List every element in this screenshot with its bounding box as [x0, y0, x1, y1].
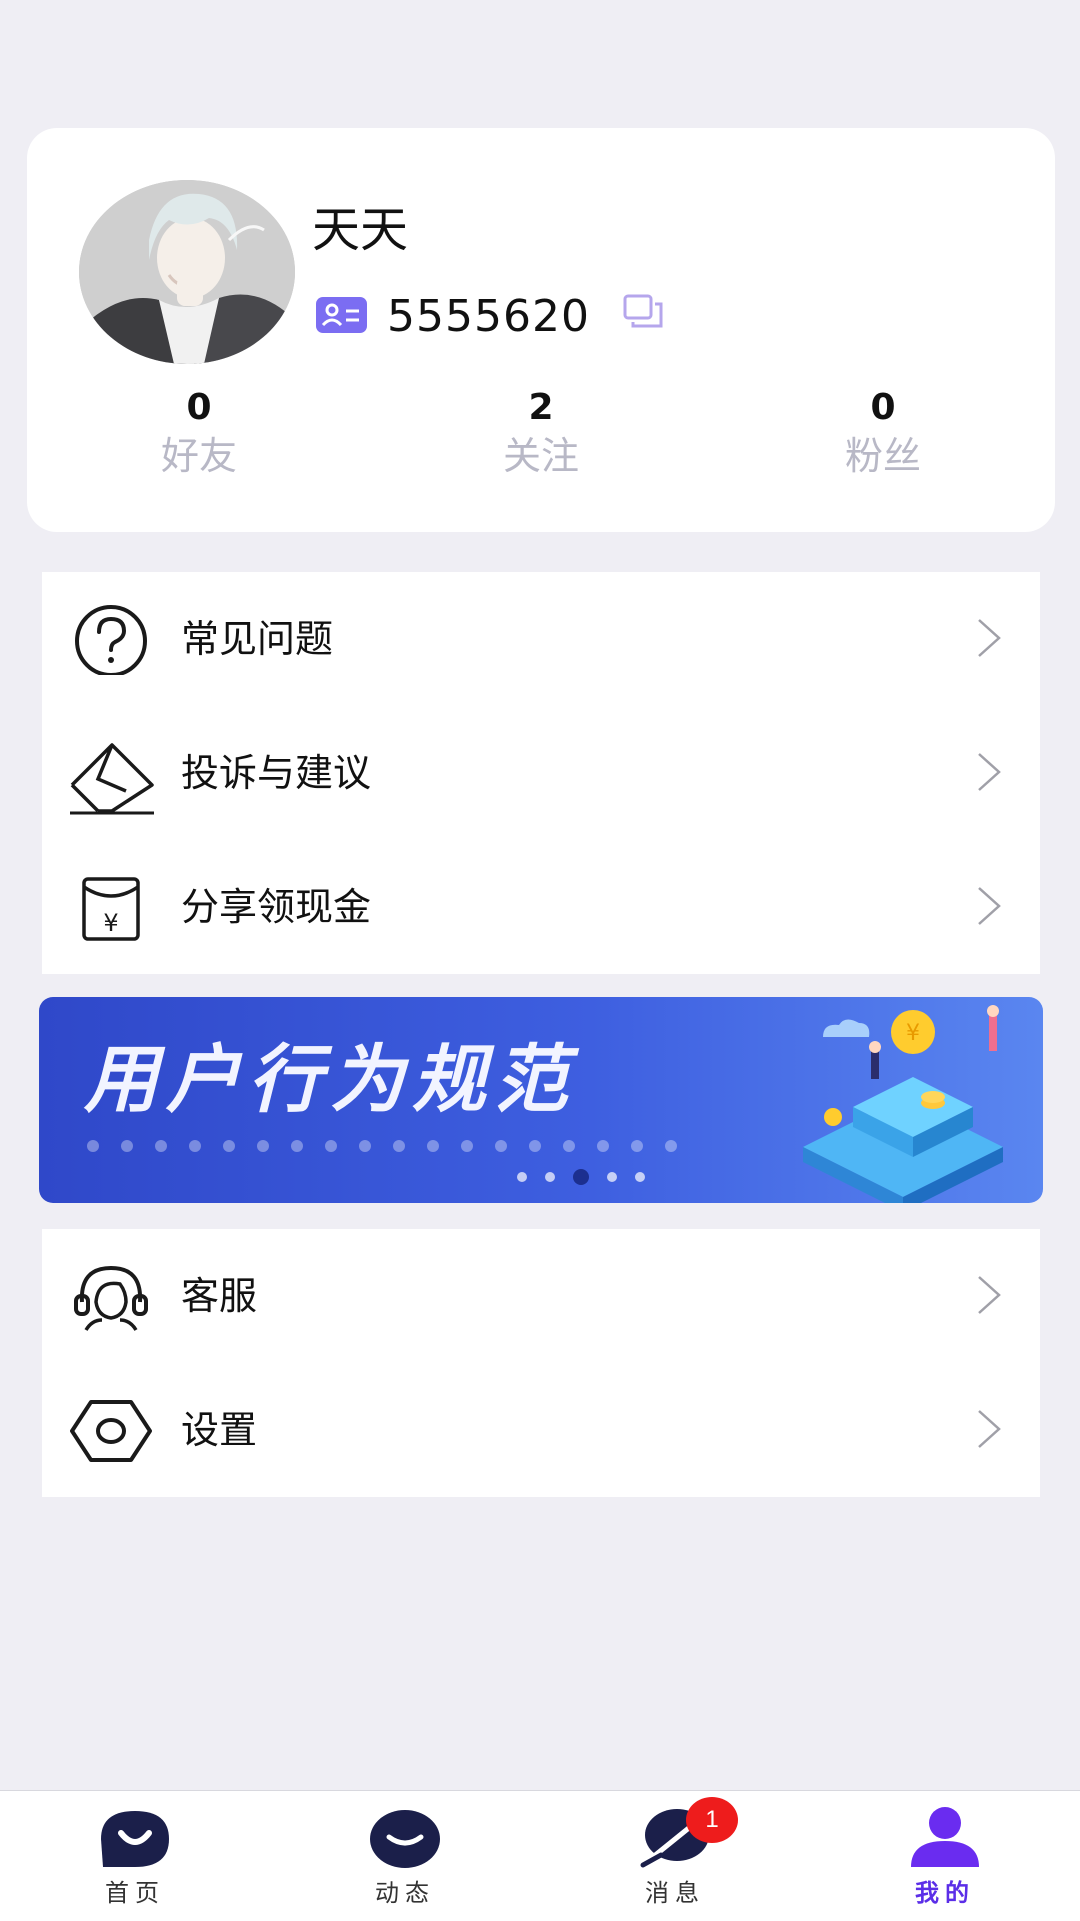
username: 天天 — [312, 202, 409, 258]
chevron-right-icon — [978, 1410, 1001, 1448]
menu-label: 投诉与建议 — [181, 751, 372, 795]
banner-title: 用户行为规范 — [84, 1037, 576, 1123]
message-badge: 1 — [686, 1797, 738, 1843]
profile-icon — [911, 1807, 979, 1867]
envelope-icon — [68, 739, 154, 815]
copy-icon[interactable] — [621, 292, 665, 332]
nav-item-me[interactable]: 我的 — [810, 1791, 1080, 1921]
menu-item-faq[interactable]: 常见问题 — [42, 572, 1040, 706]
profile-card: 天天 5555620 0 好友 2 关注 0 粉丝 — [27, 128, 1055, 532]
nav-item-feed[interactable]: 动态 — [270, 1791, 540, 1921]
user-id: 5555620 — [387, 291, 590, 342]
stat-fans[interactable]: 0 粉丝 — [783, 386, 983, 482]
nav-label-messages: 消息 — [645, 1879, 705, 1907]
banner-illustration: ¥ — [803, 1005, 1003, 1203]
nav-item-home[interactable]: 首页 — [0, 1791, 270, 1921]
home-icon — [101, 1811, 169, 1867]
pager-dot-active — [573, 1169, 589, 1185]
chevron-right-icon — [978, 619, 1001, 657]
nav-item-messages[interactable]: 消息 — [540, 1791, 810, 1921]
pager-dot — [635, 1172, 645, 1182]
menu-item-share-cash[interactable]: ¥ 分享领现金 — [42, 840, 1040, 974]
stat-following-label: 关注 — [502, 434, 579, 478]
stat-fans-label: 粉丝 — [844, 434, 921, 478]
svg-text:¥: ¥ — [906, 1021, 920, 1046]
pager-dot — [517, 1172, 527, 1182]
nav-label-home: 首页 — [105, 1879, 165, 1907]
stat-following-count: 2 — [528, 387, 554, 428]
menu-label: 分享领现金 — [181, 885, 372, 929]
headset-icon — [68, 1262, 154, 1332]
banner-decoration-dots — [87, 1140, 677, 1152]
menu-group-bottom: 客服 设置 — [42, 1229, 1040, 1497]
menu-group-top: 常见问题 投诉与建议 ¥ 分享领现金 — [42, 572, 1040, 974]
stat-fans-count: 0 — [870, 387, 896, 428]
stat-following[interactable]: 2 关注 — [441, 386, 641, 482]
menu-item-feedback[interactable]: 投诉与建议 — [42, 706, 1040, 840]
banner-pager — [517, 1169, 645, 1185]
bottom-nav: 首页 动态 消息 我的 — [0, 1790, 1080, 1921]
feed-icon — [370, 1810, 440, 1868]
stat-friends-count: 0 — [186, 387, 212, 428]
chevron-right-icon — [978, 753, 1001, 791]
nav-label-me: 我的 — [915, 1879, 975, 1907]
menu-label: 客服 — [181, 1274, 258, 1318]
pager-dot — [545, 1172, 555, 1182]
hexagon-settings-icon — [68, 1396, 154, 1466]
avatar-image — [79, 180, 295, 364]
menu-item-settings[interactable]: 设置 — [42, 1363, 1040, 1497]
red-packet-icon: ¥ — [68, 873, 154, 943]
chevron-right-icon — [978, 1276, 1001, 1314]
menu-item-customer-service[interactable]: 客服 — [42, 1229, 1040, 1363]
chevron-right-icon — [978, 887, 1001, 925]
menu-label: 常见问题 — [181, 617, 334, 661]
id-card-icon — [316, 297, 367, 333]
menu-label: 设置 — [181, 1408, 258, 1452]
stat-friends[interactable]: 0 好友 — [99, 386, 299, 482]
avatar[interactable] — [79, 180, 295, 364]
stat-friends-label: 好友 — [160, 434, 237, 478]
question-circle-icon — [68, 605, 154, 677]
svg-text:¥: ¥ — [103, 909, 118, 937]
banner-carousel[interactable]: 用户行为规范 ¥ — [39, 997, 1043, 1203]
pager-dot — [607, 1172, 617, 1182]
nav-label-feed: 动态 — [375, 1879, 435, 1907]
